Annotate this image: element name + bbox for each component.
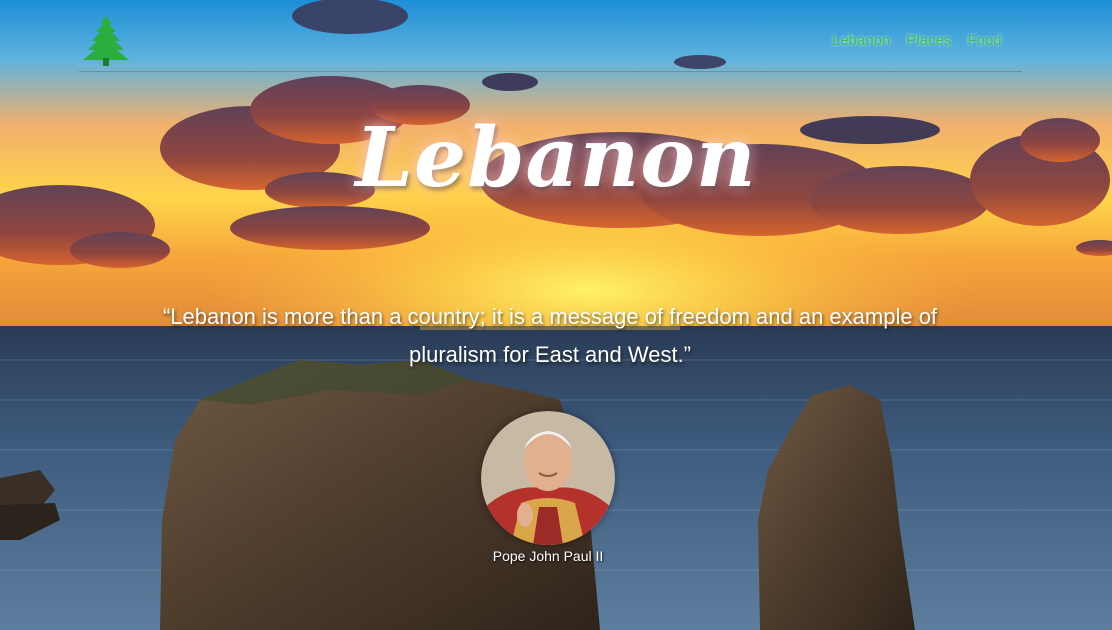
nav-link-food[interactable]: Food xyxy=(967,32,1001,49)
nav-link-places[interactable]: Places xyxy=(906,32,951,49)
main-nav: Lebanon Places Food xyxy=(832,32,1002,49)
portrait-image xyxy=(481,411,615,545)
hero-quote: “Lebanon is more than a country; it is a… xyxy=(162,304,938,367)
cedar-tree-icon[interactable] xyxy=(79,14,133,68)
nav-link-lebanon[interactable]: Lebanon xyxy=(832,32,890,49)
portrait-caption: Pope John Paul II xyxy=(492,548,604,564)
hero-section: Lebanon Places Food Lebanon “Lebanon is … xyxy=(0,0,1112,630)
header-divider xyxy=(79,71,1022,72)
page-title: Lebanon xyxy=(355,110,757,206)
